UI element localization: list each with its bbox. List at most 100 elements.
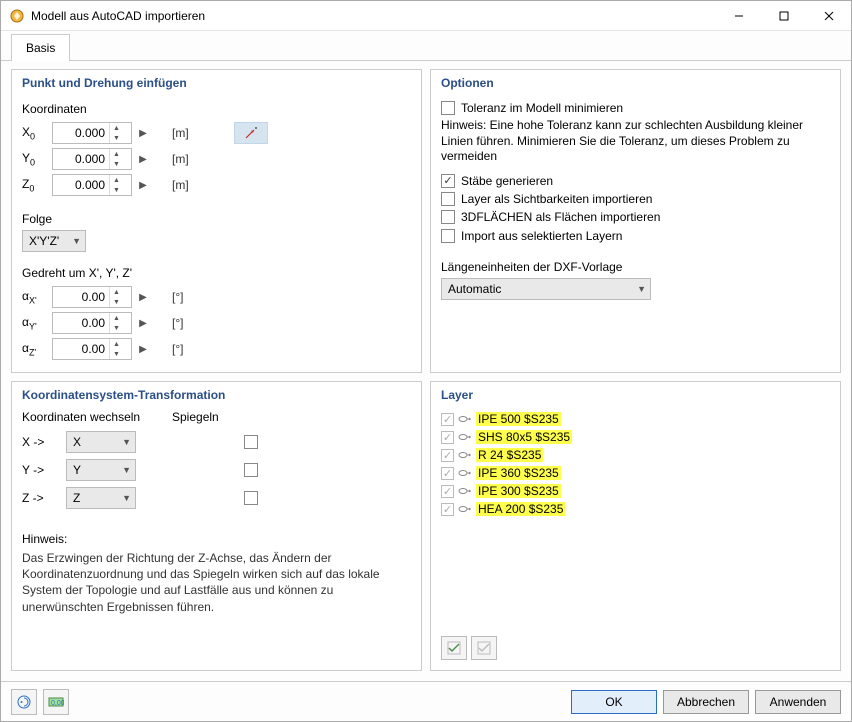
- swap-z-from: Z ->: [22, 491, 62, 505]
- opt-toleranz[interactable]: Toleranz im Modell minimieren: [441, 100, 830, 116]
- close-button[interactable]: [806, 1, 851, 30]
- layer-checkbox[interactable]: [441, 467, 454, 480]
- opt-layer-vis-label: Layer als Sichtbarkeiten importieren: [461, 191, 652, 207]
- cancel-button[interactable]: Abbrechen: [663, 690, 749, 714]
- layer-name: R 24 $S235: [476, 448, 543, 462]
- units-button[interactable]: 0,00: [43, 689, 69, 715]
- layer-checkbox[interactable]: [441, 431, 454, 444]
- opt-toleranz-note: Hinweis: Eine hohe Toleranz kann zur sch…: [441, 118, 830, 165]
- opt-toleranz-checkbox[interactable]: [441, 101, 455, 115]
- length-units-combo[interactable]: Automatic ▼: [441, 278, 651, 300]
- opt-layer-vis[interactable]: Layer als Sichtbarkeiten importieren: [441, 191, 830, 207]
- folge-combo[interactable]: X'Y'Z' ▼: [22, 230, 86, 252]
- layer-checkbox[interactable]: [441, 449, 454, 462]
- coord-z-input[interactable]: ▲▼: [52, 174, 132, 196]
- rot-row-az: αZ' ▲▼ ▶ [°]: [22, 336, 411, 362]
- transform-hint-text: Das Erzwingen der Richtung der Z-Achse, …: [22, 550, 411, 615]
- layer-icon: [458, 448, 472, 462]
- swap-row-z: Z -> Z▼: [22, 484, 411, 512]
- app-icon: [9, 8, 25, 24]
- rot-az-input[interactable]: ▲▼: [52, 338, 132, 360]
- opt-3dfaces-checkbox[interactable]: [441, 210, 455, 224]
- opt-sel-layers[interactable]: Import aus selektierten Layern: [441, 228, 830, 244]
- pick-point-button[interactable]: [234, 122, 268, 144]
- rot-ax-spinner[interactable]: ▲▼: [109, 287, 123, 307]
- swap-x-combo[interactable]: X▼: [66, 431, 136, 453]
- layer-checkbox[interactable]: [441, 503, 454, 516]
- opt-sel-layers-checkbox[interactable]: [441, 229, 455, 243]
- group-layers-legend: Layer: [441, 388, 830, 402]
- tab-basis[interactable]: Basis: [11, 34, 70, 61]
- rot-ay-spinner[interactable]: ▲▼: [109, 313, 123, 333]
- rot-ay-input[interactable]: ▲▼: [52, 312, 132, 334]
- group-transform: Koordinatensystem-Transformation Koordin…: [11, 381, 422, 671]
- opt-staebe-label: Stäbe generieren: [461, 173, 553, 189]
- layer-checkbox[interactable]: [441, 413, 454, 426]
- chevron-down-icon: ▼: [114, 493, 131, 503]
- swap-y-combo[interactable]: Y▼: [66, 459, 136, 481]
- layer-icon: [458, 466, 472, 480]
- rot-ax-unit: [°]: [172, 290, 198, 304]
- opt-staebe-checkbox[interactable]: [441, 174, 455, 188]
- group-insert: Punkt und Drehung einfügen Koordinaten X…: [11, 69, 422, 373]
- rot-az-unit: [°]: [172, 342, 198, 356]
- layer-row[interactable]: SHS 80x5 $S235: [441, 428, 830, 446]
- opt-staebe[interactable]: Stäbe generieren: [441, 173, 830, 189]
- layer-row[interactable]: IPE 360 $S235: [441, 464, 830, 482]
- layer-row[interactable]: IPE 500 $S235: [441, 410, 830, 428]
- layer-row[interactable]: IPE 300 $S235: [441, 482, 830, 500]
- chevron-down-icon: ▼: [629, 284, 646, 294]
- layer-footer: [441, 626, 830, 660]
- swap-z-combo[interactable]: Z▼: [66, 487, 136, 509]
- mirror-x-checkbox[interactable]: [244, 435, 258, 449]
- chevron-down-icon: ▼: [114, 437, 131, 447]
- rot-ay-unit: [°]: [172, 316, 198, 330]
- rot-az-label: αZ': [22, 341, 48, 357]
- rot-az-pick-arrow-icon[interactable]: ▶: [136, 338, 150, 360]
- window-title: Modell aus AutoCAD importieren: [31, 9, 716, 23]
- apply-button[interactable]: Anwenden: [755, 690, 841, 714]
- mirror-y-checkbox[interactable]: [244, 463, 258, 477]
- dialog-content: Punkt und Drehung einfügen Koordinaten X…: [1, 61, 851, 681]
- rot-ay-pick-arrow-icon[interactable]: ▶: [136, 312, 150, 334]
- layer-name: HEA 200 $S235: [476, 502, 565, 516]
- minimize-button[interactable]: [716, 1, 761, 30]
- swap-x-from: X ->: [22, 435, 62, 449]
- mirror-z-checkbox[interactable]: [244, 491, 258, 505]
- layer-row[interactable]: R 24 $S235: [441, 446, 830, 464]
- rot-az-spinner[interactable]: ▲▼: [109, 339, 123, 359]
- coord-z-pick-arrow-icon[interactable]: ▶: [136, 174, 150, 196]
- coord-x-input[interactable]: ▲▼: [52, 122, 132, 144]
- help-button[interactable]: [11, 689, 37, 715]
- group-insert-legend: Punkt und Drehung einfügen: [22, 76, 411, 90]
- length-units-label: Längeneinheiten der DXF-Vorlage: [441, 260, 830, 274]
- coord-y-spinner[interactable]: ▲▼: [109, 149, 123, 169]
- coord-x-spinner[interactable]: ▲▼: [109, 123, 123, 143]
- coord-y-pick-arrow-icon[interactable]: ▶: [136, 148, 150, 170]
- swap-row-x: X -> X▼: [22, 428, 411, 456]
- tabs: Basis: [1, 31, 851, 61]
- rot-ax-pick-arrow-icon[interactable]: ▶: [136, 286, 150, 308]
- layer-name: SHS 80x5 $S235: [476, 430, 572, 444]
- layer-icon: [458, 412, 472, 426]
- layer-checkbox[interactable]: [441, 485, 454, 498]
- transform-hint-label: Hinweis:: [22, 532, 411, 546]
- opt-layer-vis-checkbox[interactable]: [441, 192, 455, 206]
- rot-ax-input[interactable]: ▲▼: [52, 286, 132, 308]
- coord-row-z: Z0 ▲▼ ▶ [m]: [22, 172, 411, 198]
- group-options-legend: Optionen: [441, 76, 830, 90]
- coord-x-pick-arrow-icon[interactable]: ▶: [136, 122, 150, 144]
- opt-sel-layers-label: Import aus selektierten Layern: [461, 228, 622, 244]
- layer-name: IPE 300 $S235: [476, 484, 561, 498]
- coord-z-spinner[interactable]: ▲▼: [109, 175, 123, 195]
- coord-y-input[interactable]: ▲▼: [52, 148, 132, 170]
- select-all-layers-button[interactable]: [441, 636, 467, 660]
- opt-3dfaces[interactable]: 3DFLÄCHEN als Flächen importieren: [441, 209, 830, 225]
- deselect-all-layers-button[interactable]: [471, 636, 497, 660]
- mirror-header: Spiegeln: [172, 410, 252, 424]
- ok-button[interactable]: OK: [571, 690, 657, 714]
- maximize-button[interactable]: [761, 1, 806, 30]
- coord-x-label: X0: [22, 125, 48, 141]
- gedreht-label: Gedreht um X', Y', Z': [22, 266, 411, 280]
- layer-row[interactable]: HEA 200 $S235: [441, 500, 830, 518]
